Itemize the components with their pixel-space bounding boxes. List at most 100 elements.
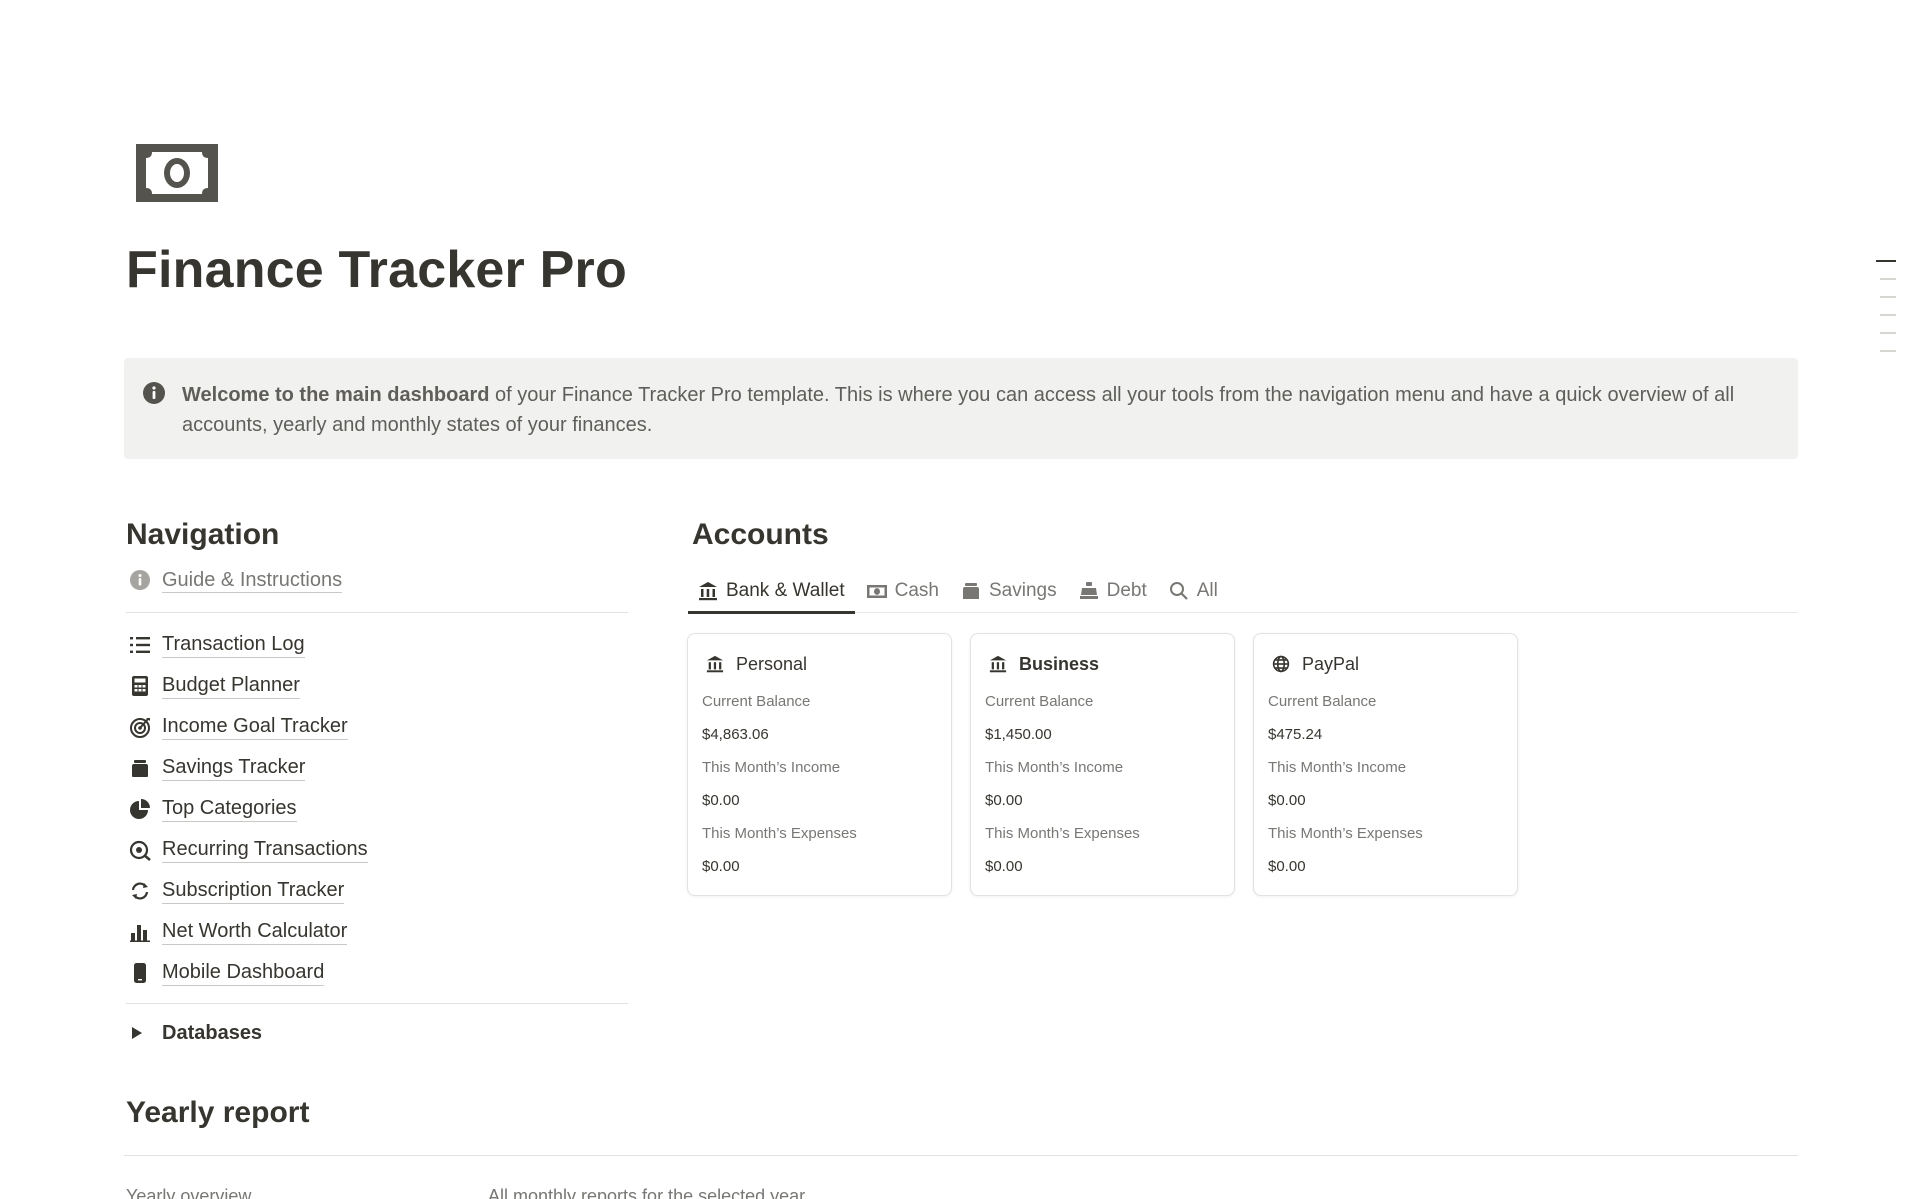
globe-icon [1272,654,1292,674]
search-icon [1169,581,1189,601]
pie-chart-icon [128,797,152,821]
nav-item-label: Income Goal Tracker [162,714,348,740]
databases-toggle[interactable]: Databases [130,1018,262,1048]
income-label: This Month’s Income [1268,759,1407,776]
toc-line[interactable] [1876,260,1896,262]
tab-label: Cash [894,579,939,601]
tab-label: Savings [988,579,1057,601]
refresh-icon [128,879,152,903]
piggy-bank-icon [128,756,152,780]
toc-line[interactable] [1880,332,1896,334]
tab-savings[interactable]: Savings [951,568,1067,613]
expenses-value: $0.00 [985,858,1023,875]
navigation-list: Transaction Log Budget Planner Income Go… [128,624,628,993]
account-cards: Personal Current Balance $4,863.06 This … [687,633,1536,896]
nav-item-income-goal-tracker[interactable]: Income Goal Tracker [128,706,628,747]
banknote-icon [136,144,218,202]
account-name: PayPal [1302,653,1360,674]
nav-item-label: Budget Planner [162,673,300,699]
account-tabs: Bank & Wallet Cash Savings Debt All [688,568,1798,614]
balance-label: Current Balance [985,693,1094,710]
expenses-value: $0.00 [1268,858,1306,875]
triangle-right-icon [132,1027,142,1039]
nav-item-label: Net Worth Calculator [162,919,348,945]
toc-line[interactable] [1880,296,1896,298]
nav-item-savings-tracker[interactable]: Savings Tracker [128,747,628,788]
yearly-overview-label: Yearly overview [126,1186,252,1199]
nav-item-subscription-tracker[interactable]: Subscription Tracker [128,870,628,911]
toc-line[interactable] [1880,350,1896,352]
divider [124,1155,1798,1156]
nav-item-mobile-dashboard[interactable]: Mobile Dashboard [128,952,628,993]
balance-label: Current Balance [1268,693,1377,710]
tab-label: All [1196,579,1218,601]
divider [126,1003,628,1004]
card-header: PayPal [1268,650,1503,678]
expenses-label: This Month’s Expenses [702,825,857,842]
balance-value: $4,863.06 [702,726,769,743]
account-name: Business [1019,653,1100,674]
nav-item-label: Savings Tracker [162,755,306,781]
tab-label: Debt [1106,579,1147,601]
phone-icon [128,961,152,985]
nav-item-top-categories[interactable]: Top Categories [128,788,628,829]
nav-item-budget-planner[interactable]: Budget Planner [128,665,628,706]
account-name: Personal [736,653,808,674]
callout-bold-text: Welcome to the main dashboard [182,384,490,406]
account-card-business[interactable]: Business Current Balance $1,450.00 This … [970,633,1235,896]
calculator-icon [128,674,152,698]
income-value: $0.00 [985,792,1023,809]
accounts-heading: Accounts [692,518,829,551]
income-label: This Month’s Income [702,759,841,776]
card-header: Business [985,650,1220,678]
guide-link-label: Guide & Instructions [162,568,343,593]
nav-item-label: Mobile Dashboard [162,960,325,986]
piggy-bank-icon [961,581,981,601]
recurring-icon [128,838,152,862]
card-header: Personal [702,650,937,678]
tab-label: Bank & Wallet [726,579,845,601]
balance-label: Current Balance [702,693,811,710]
nav-item-transaction-log[interactable]: Transaction Log [128,624,628,665]
toc-line[interactable] [1880,314,1896,316]
tab-all[interactable]: All [1159,568,1228,613]
tab-cash[interactable]: Cash [857,568,949,613]
income-label: This Month’s Income [985,759,1124,776]
account-card-paypal[interactable]: PayPal Current Balance $475.24 This Mont… [1253,633,1518,896]
toc-line[interactable] [1880,278,1896,280]
info-icon [130,570,150,590]
databases-toggle-label: Databases [162,1021,263,1044]
income-value: $0.00 [702,792,740,809]
nav-item-label: Transaction Log [162,632,305,658]
nav-item-recurring-transactions[interactable]: Recurring Transactions [128,829,628,870]
balance-value: $1,450.00 [985,726,1052,743]
tab-bank-wallet[interactable]: Bank & Wallet [688,568,855,614]
list-icon [128,633,152,657]
account-card-personal[interactable]: Personal Current Balance $4,863.06 This … [687,633,952,896]
navigation-heading: Navigation [126,518,280,551]
expenses-label: This Month’s Expenses [1268,825,1423,842]
expenses-value: $0.00 [702,858,740,875]
page-title: Finance Tracker Pro [126,241,627,299]
target-icon [128,715,152,739]
bank-icon [698,581,718,601]
balance-value: $475.24 [1268,726,1323,743]
welcome-callout: Welcome to the main dashboard of your Fi… [124,358,1798,459]
nav-item-label: Top Categories [162,796,297,822]
debt-icon [1079,581,1099,601]
divider [126,612,628,613]
monthly-reports-label: All monthly reports for the selected yea… [488,1186,806,1199]
table-of-contents[interactable] [1876,260,1896,368]
guide-link[interactable]: Guide & Instructions [128,566,343,594]
bar-chart-icon [128,920,152,944]
banknote-icon [866,581,887,601]
bank-icon [989,654,1009,674]
tab-debt[interactable]: Debt [1069,568,1157,613]
income-value: $0.00 [1268,792,1306,809]
expenses-label: This Month’s Expenses [985,825,1140,842]
nav-item-label: Recurring Transactions [162,837,368,863]
nav-item-net-worth-calculator[interactable]: Net Worth Calculator [128,911,628,952]
nav-item-label: Subscription Tracker [162,878,345,904]
bank-icon [706,654,726,674]
yearly-report-heading: Yearly report [126,1096,310,1129]
